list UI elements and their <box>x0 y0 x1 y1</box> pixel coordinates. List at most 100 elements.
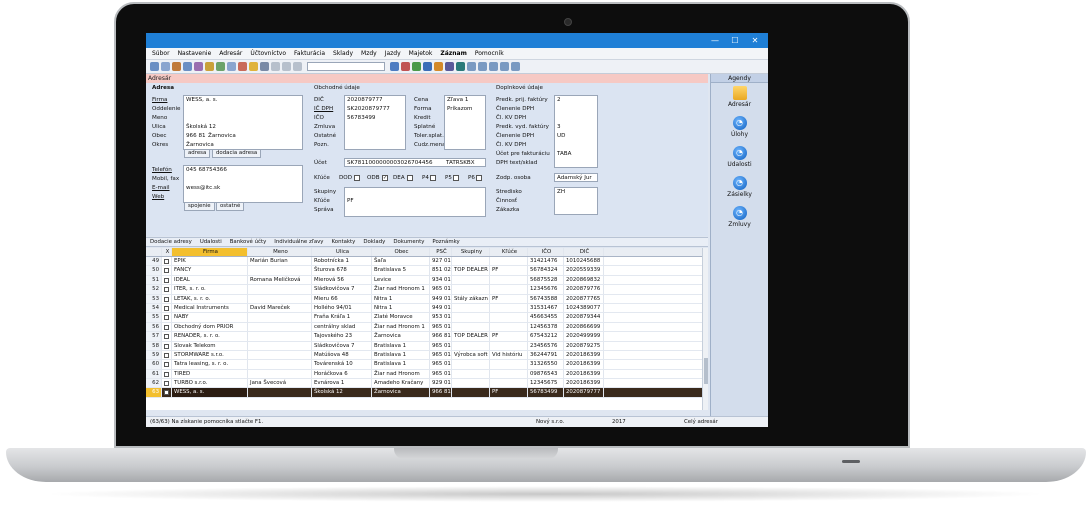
table-row[interactable]: 49 EPIK Marián Burian Robotnícka 1 Šaľa 927 0… <box>146 257 708 267</box>
checkbox[interactable] <box>164 315 169 321</box>
print-icon[interactable] <box>205 62 214 71</box>
minimize-button[interactable]: — <box>708 35 722 46</box>
check-p4[interactable] <box>430 175 436 181</box>
agenda-adresar[interactable]: Adresár <box>711 86 768 113</box>
scroll-thumb[interactable] <box>704 358 708 384</box>
ulica-field[interactable]: Školská 12 <box>186 124 216 130</box>
checkbox[interactable] <box>164 296 169 302</box>
table-row[interactable]: 61 TIRED Horáčkova 6 Žiar nad Hronom 965 01 0… <box>146 369 708 380</box>
row-checkbox[interactable] <box>162 369 172 379</box>
checkbox[interactable] <box>164 259 169 264</box>
tab-adresa[interactable]: adresa <box>184 150 211 158</box>
user-icon[interactable] <box>511 62 520 71</box>
menu-adresar[interactable]: Adresár <box>219 50 242 57</box>
ucet-field[interactable]: SK7811000000003026704456 <box>347 160 433 166</box>
new-icon[interactable] <box>150 62 159 71</box>
table-row[interactable]: 63 WESS, a. s. Školská 12 Žarnovica 966 81 PF… <box>146 388 708 398</box>
row-checkbox[interactable] <box>162 379 172 388</box>
check-p5[interactable] <box>453 175 459 181</box>
checkbox[interactable] <box>164 362 169 368</box>
paste-icon[interactable] <box>194 62 203 71</box>
checkbox[interactable] <box>164 371 169 377</box>
tab-kontakty[interactable]: Kontakty <box>332 239 356 245</box>
row-checkbox[interactable] <box>162 322 172 332</box>
row-checkbox[interactable] <box>162 275 172 285</box>
open-icon[interactable] <box>161 62 170 71</box>
table-row[interactable]: 60 Tatra leasing, s. r. o. Továrenská 10 Br… <box>146 360 708 370</box>
report-icon[interactable] <box>434 62 443 71</box>
agenda-zasielky[interactable]: ◔ Zásielky <box>711 176 768 203</box>
header-dic[interactable]: DIČ <box>564 248 604 256</box>
row-checkbox[interactable] <box>162 388 172 397</box>
table-row[interactable]: 57 RENADER, s. r. o. Tajovského 23 Žarnovic… <box>146 332 708 342</box>
delete-icon[interactable] <box>293 62 302 71</box>
menu-uctovnictvo[interactable]: Účtovníctvo <box>250 50 286 57</box>
psc-field[interactable]: 966 81 <box>186 133 206 139</box>
tab-individualne-zlavy[interactable]: Individuálne zľavy <box>274 239 323 245</box>
cena-field[interactable]: Zľava 1 <box>447 97 468 103</box>
check-dea[interactable] <box>407 175 413 181</box>
sms-icon[interactable] <box>456 62 465 71</box>
table-row[interactable]: 58 Slovak Telekom Sládkovičova 7 Bratislava… <box>146 341 708 351</box>
agenda-ulohy[interactable]: ◔ Úlohy <box>711 116 768 143</box>
check-odb[interactable]: ✓ <box>382 175 388 181</box>
checkbox[interactable] <box>164 334 169 340</box>
predk-prij-field[interactable]: 2 <box>557 97 561 103</box>
menu-zaznam[interactable]: Záznam <box>440 50 466 57</box>
table-icon[interactable] <box>478 62 487 71</box>
ucet-fakt-field[interactable]: TABA <box>557 151 571 157</box>
header-skupiny[interactable]: Skupiny <box>452 248 490 256</box>
table-row[interactable]: 62 TURBO s.r.o. Jana Švecová Evnárova 1 Amad… <box>146 379 708 389</box>
header-ulica[interactable]: Ulica <box>312 248 372 256</box>
vertical-scrollbar[interactable] <box>702 248 708 410</box>
save-icon[interactable] <box>271 62 280 71</box>
window-icon[interactable] <box>489 62 498 71</box>
table-row[interactable]: 55 NABY Fraňa Kráľa 1 Zlaté Moravce 953 01 45… <box>146 313 708 323</box>
checkbox[interactable] <box>164 343 169 349</box>
label-email[interactable]: E-mail <box>152 185 170 191</box>
row-checkbox[interactable] <box>162 313 172 322</box>
dic-field[interactable]: 2020879777 <box>347 97 383 103</box>
table-row[interactable]: 59 STORMWARE s.r.o. Matúšova 48 Bratislava … <box>146 350 708 361</box>
tab-poznamky[interactable]: Poznámky <box>432 239 459 245</box>
zodp-field[interactable]: Adamský Jur <box>557 175 592 181</box>
table-row[interactable]: 50 FANCY Šturova 678 Bratislava 5 851 02 TOP … <box>146 266 708 276</box>
header-kluce[interactable]: Kľúče <box>490 248 528 256</box>
checkbox[interactable] <box>164 381 169 387</box>
doplnkove-fields[interactable] <box>554 95 598 168</box>
row-checkbox[interactable] <box>162 257 172 266</box>
table-row[interactable]: 52 ITER, s. r. o. Sládkovičova 7 Žiar nad H… <box>146 285 708 295</box>
header-firma[interactable]: Firma <box>172 248 248 256</box>
banka-field[interactable]: TATRSKBX <box>446 160 475 166</box>
menu-mzdy[interactable]: Mzdy <box>361 50 377 57</box>
search-icon[interactable] <box>390 62 399 71</box>
ceny-fields[interactable] <box>444 95 486 150</box>
checkbox[interactable] <box>164 287 169 293</box>
menu-nastavenie[interactable]: Nastavenie <box>178 50 212 57</box>
checkbox[interactable] <box>164 390 169 396</box>
calculator-icon[interactable] <box>500 62 509 71</box>
agenda-udalosti[interactable]: ◔ Udalosti <box>711 146 768 173</box>
preview-icon[interactable] <box>216 62 225 71</box>
globe-icon[interactable] <box>423 62 432 71</box>
header-ico[interactable]: IČO <box>528 248 564 256</box>
firma-field[interactable]: WESS, a. s. <box>186 97 217 103</box>
clenenie2-field[interactable]: UD <box>557 133 565 139</box>
menu-fakturacia[interactable]: Fakturácia <box>294 50 325 57</box>
obchodne-fields[interactable] <box>344 95 406 150</box>
undo-icon[interactable] <box>227 62 236 71</box>
predk-vyd-field[interactable]: 3 <box>557 124 561 130</box>
check-dod[interactable] <box>354 175 360 181</box>
table-row[interactable]: 53 LETAK, s. r. o. Mieru 66 Nitra 1 949 01 St… <box>146 294 708 304</box>
agenda-zmluvy[interactable]: ◔ Zmluvy <box>711 206 768 233</box>
okres-field[interactable]: Žarnovica <box>186 142 214 148</box>
header-psc[interactable]: PSČ <box>430 248 452 256</box>
menu-jazdy[interactable]: Jazdy <box>385 50 401 57</box>
folder-icon[interactable] <box>249 62 258 71</box>
header-meno[interactable]: Meno <box>248 248 312 256</box>
cancel-icon[interactable] <box>282 62 291 71</box>
filter-combo[interactable] <box>307 62 385 71</box>
row-checkbox[interactable] <box>162 294 172 303</box>
table-row[interactable]: 56 Obchodný dom PRIOR centrálny sklad Žiar … <box>146 322 708 333</box>
check-p6[interactable] <box>476 175 482 181</box>
